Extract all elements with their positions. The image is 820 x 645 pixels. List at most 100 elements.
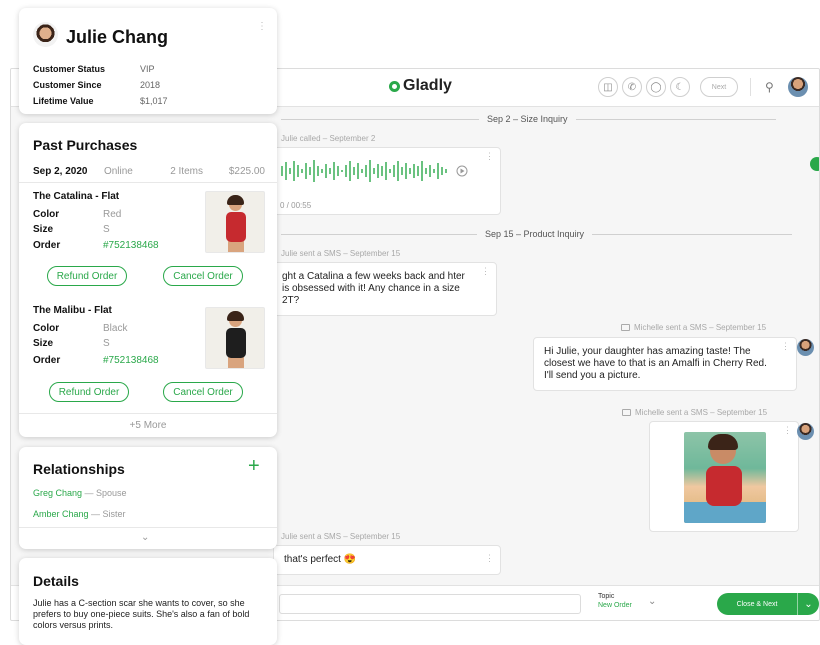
phone-icon[interactable]: ✆ <box>622 77 642 97</box>
topic-value: New Order <box>598 602 632 609</box>
relationship-type: — Sister <box>88 509 126 519</box>
sms-text: that's perfect 😍 <box>284 554 357 565</box>
field-label: Color <box>33 323 60 334</box>
agent-image-bubble: ⋮ <box>649 421 799 532</box>
show-more-link[interactable]: +5 More <box>19 420 277 431</box>
field-label: Size <box>33 224 54 235</box>
agent-avatar <box>797 339 814 356</box>
order-summary-row[interactable]: Sep 2, 2020 Online 2 Items $225.00 <box>33 166 265 177</box>
topic-label: Topic <box>598 593 615 600</box>
product-name: The Catalina - Flat <box>33 191 120 202</box>
timeline-divider: Sep 2 – Size Inquiry <box>281 113 776 125</box>
chevron-down-icon[interactable]: ⌄ <box>648 596 656 607</box>
close-next-button[interactable]: Close & Next ⌄ <box>717 593 819 615</box>
agent-icon <box>622 409 631 417</box>
agent-avatar <box>797 423 814 440</box>
product-order-row: Order #752138468 <box>33 240 159 251</box>
more-options-icon[interactable]: ⋮ <box>781 342 790 351</box>
section-title: Details <box>33 573 79 589</box>
order-total: $225.00 <box>228 166 265 177</box>
customer-avatar <box>33 22 58 47</box>
order-date: Sep 2, 2020 <box>33 166 88 177</box>
search-icon[interactable]: ⚲ <box>765 80 774 94</box>
divider-label: Sep 15 – Product Inquiry <box>485 229 585 239</box>
field-value: Red <box>103 209 122 220</box>
relationship-item[interactable]: Greg Chang — Spouse <box>33 488 127 498</box>
close-next-label: Close & Next <box>736 600 778 608</box>
customer-status-row: Customer Status VIP <box>33 64 155 74</box>
agent-sms-meta: Michelle sent a SMS – September 15 <box>622 408 767 417</box>
relationship-name: Amber Chang <box>33 509 89 519</box>
order-number-link[interactable]: #752138468 <box>103 355 159 366</box>
agent-icon <box>621 324 630 332</box>
product-size-row: Size S <box>33 224 110 235</box>
toolbar-divider <box>750 78 751 96</box>
status-indicator <box>810 157 819 171</box>
more-options-icon[interactable]: ⋮ <box>481 267 490 276</box>
field-label: Customer Since <box>33 80 102 90</box>
field-label: Color <box>33 209 60 220</box>
agent-avatar[interactable] <box>787 77 808 97</box>
divider <box>19 527 277 528</box>
details-text: Julie has a C-section scar she wants to … <box>33 598 250 630</box>
add-relationship-icon[interactable]: + <box>248 455 260 478</box>
cancel-order-button[interactable]: Cancel Order <box>163 382 243 402</box>
chevron-down-icon[interactable]: ⌄ <box>798 599 819 610</box>
agent-meta-text: Michelle sent a SMS – September 15 <box>635 408 768 417</box>
audio-waveform <box>281 160 468 182</box>
more-options-icon[interactable]: ⋮ <box>783 426 792 435</box>
field-label: Order <box>33 355 61 366</box>
sms-text: Hi Julie, your daughter has amazing tast… <box>544 346 767 381</box>
product-color-row: Color Black <box>33 323 127 334</box>
order-number-link[interactable]: #752138468 <box>103 240 159 251</box>
call-duration: 0 / 00:55 <box>280 201 312 210</box>
sms-meta: Julie sent a SMS – September 15 <box>281 249 401 258</box>
product-color-row: Color Red <box>33 209 121 220</box>
chevron-down-icon[interactable]: ⌄ <box>141 532 149 543</box>
call-recording-bubble: 0 / 00:55 ⋮ <box>273 147 501 215</box>
cancel-order-button[interactable]: Cancel Order <box>163 266 243 286</box>
more-options-icon[interactable]: ⋮ <box>485 554 494 563</box>
product-image[interactable] <box>205 191 265 253</box>
customer-profile-card: Julie Chang ⋮ Customer Status VIP Custom… <box>19 8 277 114</box>
task-icon[interactable]: ◫ <box>598 77 618 97</box>
field-label: Lifetime Value <box>33 96 94 106</box>
refund-order-button[interactable]: Refund Order <box>49 382 129 402</box>
divider-label: Sep 2 – Size Inquiry <box>487 114 568 124</box>
chat-icon[interactable]: ◯ <box>646 77 666 97</box>
product-size-row: Size S <box>33 338 110 349</box>
field-label: Customer Status <box>33 64 106 74</box>
section-title: Past Purchases <box>33 137 138 153</box>
sms-text: ght a Catalina a few weeks back and hter… <box>282 271 465 306</box>
divider <box>19 182 277 183</box>
lifetime-value-row: Lifetime Value $1,017 <box>33 96 168 106</box>
field-value: 2018 <box>140 80 161 90</box>
field-value: Black <box>103 323 128 334</box>
product-image[interactable] <box>205 307 265 369</box>
customer-name: Julie Chang <box>66 27 169 47</box>
more-options-icon[interactable]: ⋮ <box>485 152 494 161</box>
more-options-icon[interactable]: ⋮ <box>257 22 267 32</box>
sms-meta: Julie sent a SMS – September 15 <box>281 532 401 541</box>
relationship-type: — Spouse <box>82 488 127 498</box>
customer-sms-bubble: that's perfect 😍 ⋮ <box>273 545 501 575</box>
product-photo[interactable] <box>684 432 766 523</box>
refund-order-button[interactable]: Refund Order <box>47 266 127 286</box>
message-input[interactable] <box>279 594 581 614</box>
divider <box>19 413 277 414</box>
timeline-divider: Sep 15 – Product Inquiry <box>281 228 793 240</box>
past-purchases-card: Past Purchases Sep 2, 2020 Online 2 Item… <box>19 123 277 437</box>
relationship-name: Greg Chang <box>33 488 83 498</box>
section-title: Relationships <box>33 461 125 477</box>
topic-selector[interactable]: Topic New Order <box>598 592 632 610</box>
details-card: Details Julie has a C-section scar she w… <box>19 558 277 645</box>
relationship-item[interactable]: Amber Chang — Sister <box>33 509 126 519</box>
order-items: 2 Items <box>170 166 203 177</box>
gladly-logo-icon <box>389 80 400 92</box>
field-value: S <box>103 338 110 349</box>
moon-icon[interactable]: ☾ <box>670 77 690 97</box>
product-order-row: Order #752138468 <box>33 355 159 366</box>
next-button[interactable]: Next <box>700 77 738 97</box>
call-meta: Julie called – September 2 <box>281 134 376 143</box>
product-name: The Malibu - Flat <box>33 305 112 316</box>
